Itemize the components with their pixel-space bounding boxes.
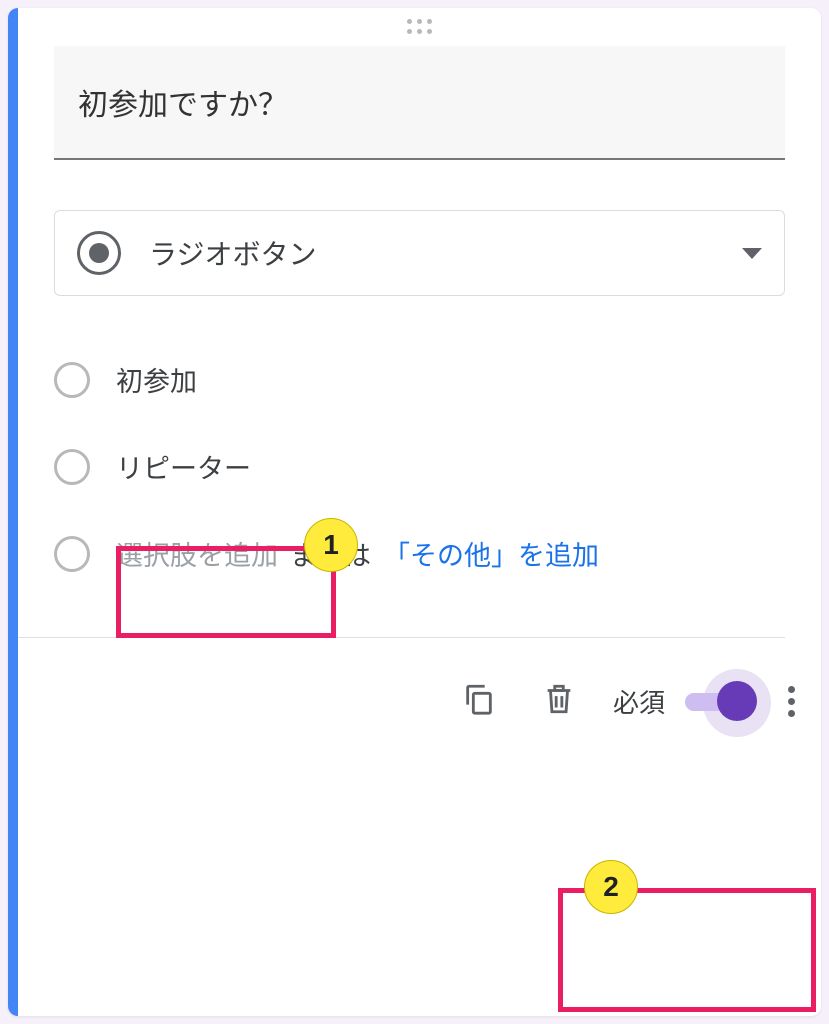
question-type-label: ラジオボタン (149, 233, 742, 273)
annotation-badge-2: 2 (584, 860, 638, 914)
option-label: リピーター (116, 447, 251, 486)
option-row[interactable]: 初参加 (54, 336, 785, 423)
add-option-row: 選択肢を追加 または 「その他」を追加 (54, 510, 785, 583)
annotation-box-2 (558, 888, 816, 1012)
required-toggle[interactable] (683, 675, 763, 727)
question-card: 初参加ですか？ ラジオボタン 初参加 リピーター 選択肢を追加 または 「その他… (8, 8, 821, 1016)
add-option-button[interactable]: 選択肢を追加 (116, 534, 278, 573)
drag-dots-icon (407, 19, 433, 35)
options-list: 初参加 リピーター (54, 336, 785, 510)
question-type-select[interactable]: ラジオボタン (54, 210, 785, 296)
more-options-button[interactable] (777, 677, 805, 725)
question-footer: 必須 (18, 638, 821, 746)
trash-icon (542, 682, 576, 721)
question-title-text: 初参加ですか？ (78, 80, 761, 124)
toggle-knob (717, 681, 757, 721)
option-row[interactable]: リピーター (54, 423, 785, 510)
delete-button[interactable] (533, 675, 585, 727)
radio-empty-icon (54, 536, 90, 572)
radio-empty-icon (54, 449, 90, 485)
copy-icon (462, 682, 496, 721)
required-label: 必須 (613, 683, 665, 720)
option-label: 初参加 (116, 360, 197, 399)
chevron-down-icon (742, 248, 762, 259)
drag-handle-icon[interactable] (18, 8, 821, 46)
add-other-button[interactable]: 「その他」を追加 (383, 534, 599, 573)
radio-button-icon (77, 231, 121, 275)
question-title-field[interactable]: 初参加ですか？ (54, 46, 785, 160)
duplicate-button[interactable] (453, 675, 505, 727)
add-or-text: または (290, 534, 371, 573)
radio-empty-icon (54, 362, 90, 398)
